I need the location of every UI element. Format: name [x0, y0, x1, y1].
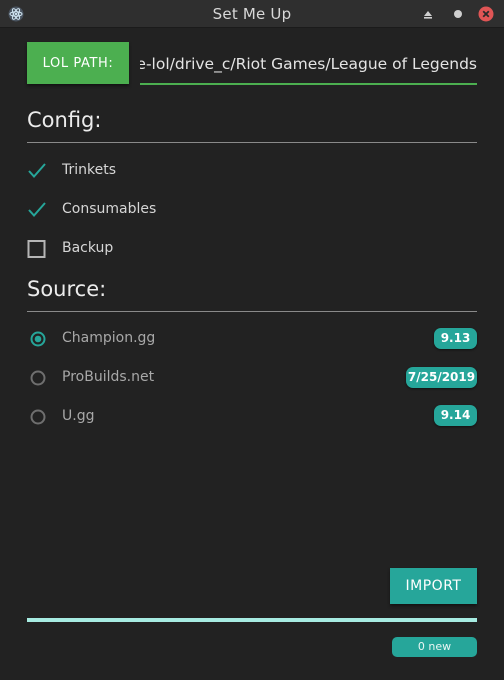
config-heading: Config: — [27, 108, 102, 132]
source-option-ugg[interactable]: U.gg — [30, 405, 330, 429]
checkmark-icon — [28, 163, 46, 178]
empty-checkbox-icon — [27, 240, 46, 258]
source-option-championgg[interactable]: Champion.gg — [30, 327, 330, 351]
source-option-probuilds[interactable]: ProBuilds.net — [30, 366, 330, 390]
checkmark-icon — [28, 202, 46, 217]
maximize-icon[interactable] — [450, 6, 466, 22]
progress-fill — [27, 618, 477, 622]
consumables-checkbox[interactable]: Consumables — [27, 198, 327, 222]
progress-bar — [27, 618, 477, 622]
minimize-icon[interactable] — [420, 6, 436, 22]
trinkets-label: Trinkets — [62, 162, 117, 178]
radio-empty-icon — [30, 370, 46, 386]
close-icon[interactable] — [478, 6, 494, 22]
source-divider — [27, 311, 477, 312]
lol-path-field[interactable] — [140, 45, 477, 85]
lol-path-button[interactable]: LOL PATH: — [27, 42, 129, 84]
radio-selected-icon — [30, 331, 46, 347]
trinkets-checkbox[interactable]: Trinkets — [27, 159, 327, 183]
date-badge: 7/25/2019 — [406, 367, 477, 388]
status-badge: 0 new — [392, 637, 477, 657]
backup-label: Backup — [62, 240, 114, 256]
backup-checkbox[interactable]: Backup — [27, 237, 327, 261]
radio-empty-icon — [30, 409, 46, 425]
import-button[interactable]: IMPORT — [390, 568, 477, 604]
ugg-label: U.gg — [62, 408, 95, 424]
version-badge: 9.14 — [434, 405, 477, 426]
championgg-label: Champion.gg — [62, 330, 156, 346]
version-badge: 9.13 — [434, 328, 477, 349]
title-bar: Set Me Up — [0, 0, 504, 28]
probuilds-label: ProBuilds.net — [62, 369, 155, 385]
config-divider — [27, 142, 477, 143]
consumables-label: Consumables — [62, 201, 157, 217]
source-heading: Source: — [27, 277, 107, 301]
